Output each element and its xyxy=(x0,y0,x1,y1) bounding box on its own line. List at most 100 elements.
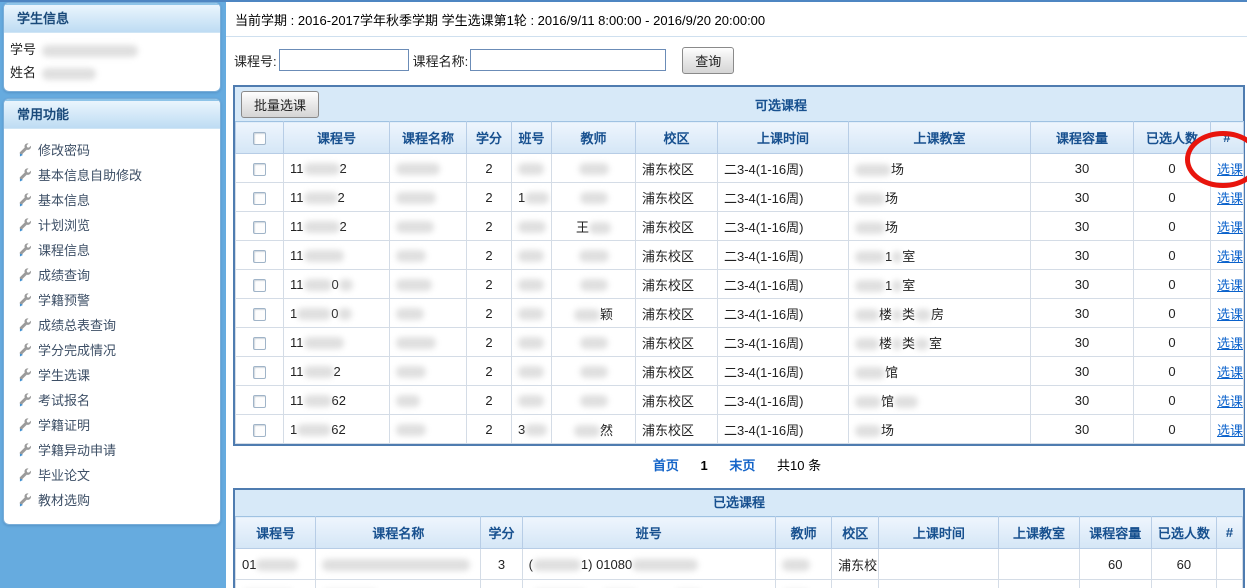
table-row: 1102浦东校区二3-4(1-16周)1室300选课 xyxy=(236,270,1244,299)
cell-time: 二3-4(1-16周) xyxy=(718,154,849,183)
redacted-text xyxy=(396,395,420,407)
redacted-text xyxy=(304,192,338,204)
sidebar-item-毕业论文[interactable]: 毕业论文 xyxy=(4,462,220,487)
sidebar-item-label: 毕业论文 xyxy=(38,465,90,484)
wrench-icon xyxy=(18,143,32,157)
search-bar: 课程号: 课程名称: 查询 xyxy=(234,47,1247,73)
cell-credit: 1 xyxy=(481,580,522,588)
row-checkbox[interactable] xyxy=(253,337,266,350)
select-course-link[interactable]: 选课 xyxy=(1217,336,1243,351)
table-row: 11622浦东校区二3-4(1-16周)馆300选课 xyxy=(236,386,1244,415)
cell-credit: 2 xyxy=(467,270,512,299)
redacted-text xyxy=(518,308,544,320)
redacted-text xyxy=(396,192,436,204)
row-checkbox[interactable] xyxy=(253,279,266,292)
select-course-link[interactable]: 选课 xyxy=(1217,162,1243,177)
redacted-text xyxy=(892,280,902,292)
cell-credit: 2 xyxy=(467,241,512,270)
sidebar-item-label: 基本信息自助修改 xyxy=(38,165,142,184)
select-course-link[interactable]: 选课 xyxy=(1217,220,1243,235)
cell-no: 1162 xyxy=(284,386,390,415)
row-checkbox[interactable] xyxy=(253,366,266,379)
first-page-link[interactable]: 首页 xyxy=(653,458,679,473)
col-header-time: 上课时间 xyxy=(879,517,999,549)
wrench-icon xyxy=(18,468,32,482)
sidebar-item-成绩查询[interactable]: 成绩查询 xyxy=(4,262,220,287)
redacted-text xyxy=(533,559,581,571)
last-page-link[interactable]: 末页 xyxy=(729,458,755,473)
row-checkbox[interactable] xyxy=(253,163,266,176)
redacted-text xyxy=(580,395,608,407)
wrench-icon xyxy=(18,443,32,457)
wrench-icon xyxy=(18,268,32,282)
student-field: 姓名 xyxy=(10,61,212,84)
sidebar-item-考试报名[interactable]: 考试报名 xyxy=(4,387,220,412)
cell-capacity: 60 xyxy=(1079,549,1151,580)
cell-teacher xyxy=(552,154,636,183)
cell-action: 选课 xyxy=(1211,154,1244,183)
cell-name xyxy=(390,212,467,241)
row-checkbox[interactable] xyxy=(253,192,266,205)
row-checkbox[interactable] xyxy=(253,424,266,437)
sidebar-item-成绩总表查询[interactable]: 成绩总表查询 xyxy=(4,312,220,337)
sidebar-item-学籍异动申请[interactable]: 学籍异动申请 xyxy=(4,437,220,462)
select-course-link[interactable]: 选课 xyxy=(1217,394,1243,409)
course-no-input[interactable] xyxy=(279,49,409,71)
cell-teacher xyxy=(776,549,832,580)
row-checkbox[interactable] xyxy=(253,308,266,321)
cell-campus: 浦东校区 xyxy=(636,241,718,270)
col-header-name: 课程名称 xyxy=(316,517,481,549)
select-course-link[interactable]: 选课 xyxy=(1217,278,1243,293)
sidebar-item-学生选课[interactable]: 学生选课 xyxy=(4,362,220,387)
redacted-text xyxy=(338,308,352,320)
current-page-number: 1 xyxy=(701,458,708,473)
cell-campus: 浦东校区 xyxy=(636,299,718,328)
cell-capacity: 60 xyxy=(1079,580,1151,588)
divider xyxy=(226,36,1247,37)
select-all-checkbox[interactable] xyxy=(253,132,266,145)
batch-select-button[interactable]: 批量选课 xyxy=(241,91,319,118)
cell-teacher xyxy=(776,580,832,588)
redacted-text xyxy=(855,251,885,263)
cell-room: 楼类室 xyxy=(849,328,1031,357)
sidebar-item-教材选购[interactable]: 教材选购 xyxy=(4,487,220,512)
row-checkbox[interactable] xyxy=(253,221,266,234)
sidebar-item-学分完成情况[interactable]: 学分完成情况 xyxy=(4,337,220,362)
cell-no: 11 xyxy=(284,328,390,357)
redacted-text xyxy=(855,338,879,350)
redacted-text xyxy=(579,163,609,175)
row-checkbox[interactable] xyxy=(253,250,266,263)
select-course-link[interactable]: 选课 xyxy=(1217,365,1243,380)
cell-teacher xyxy=(552,328,636,357)
wrench-icon xyxy=(18,343,32,357)
sidebar-item-修改密码[interactable]: 修改密码 xyxy=(4,137,220,162)
course-name-input[interactable] xyxy=(470,49,666,71)
query-button[interactable]: 查询 xyxy=(682,47,734,74)
cell-campus: 浦东校区 xyxy=(636,386,718,415)
sidebar-item-学籍证明[interactable]: 学籍证明 xyxy=(4,412,220,437)
cell-action: 选课 xyxy=(1211,328,1244,357)
redacted-text xyxy=(580,366,608,378)
select-course-link[interactable]: 选课 xyxy=(1217,249,1243,264)
cell-enrolled: 0 xyxy=(1134,328,1211,357)
select-course-link[interactable]: 选课 xyxy=(1217,307,1243,322)
wrench-icon xyxy=(18,218,32,232)
sidebar-item-学籍预警[interactable]: 学籍预警 xyxy=(4,287,220,312)
cell-no: 112 xyxy=(284,183,390,212)
sidebar-item-计划浏览[interactable]: 计划浏览 xyxy=(4,212,220,237)
wrench-icon xyxy=(18,193,32,207)
select-course-link[interactable]: 选课 xyxy=(1217,191,1243,206)
col-header-campus: 校区 xyxy=(832,517,879,549)
sidebar-item-课程信息[interactable]: 课程信息 xyxy=(4,237,220,262)
row-checkbox[interactable] xyxy=(253,395,266,408)
wrench-icon xyxy=(18,493,32,507)
redacted-text xyxy=(518,366,544,378)
select-course-link[interactable]: 选课 xyxy=(1217,423,1243,438)
sidebar-item-基本信息自助修改[interactable]: 基本信息自助修改 xyxy=(4,162,220,187)
wrench-icon xyxy=(18,368,32,382)
table-row: 112浦东校区二3-4(1-16周)楼类室300选课 xyxy=(236,328,1244,357)
sidebar-item-基本信息[interactable]: 基本信息 xyxy=(4,187,220,212)
cell-time: 二3-4(1-16周) xyxy=(718,328,849,357)
cell-capacity: 30 xyxy=(1031,212,1134,241)
redacted-text xyxy=(855,280,885,292)
